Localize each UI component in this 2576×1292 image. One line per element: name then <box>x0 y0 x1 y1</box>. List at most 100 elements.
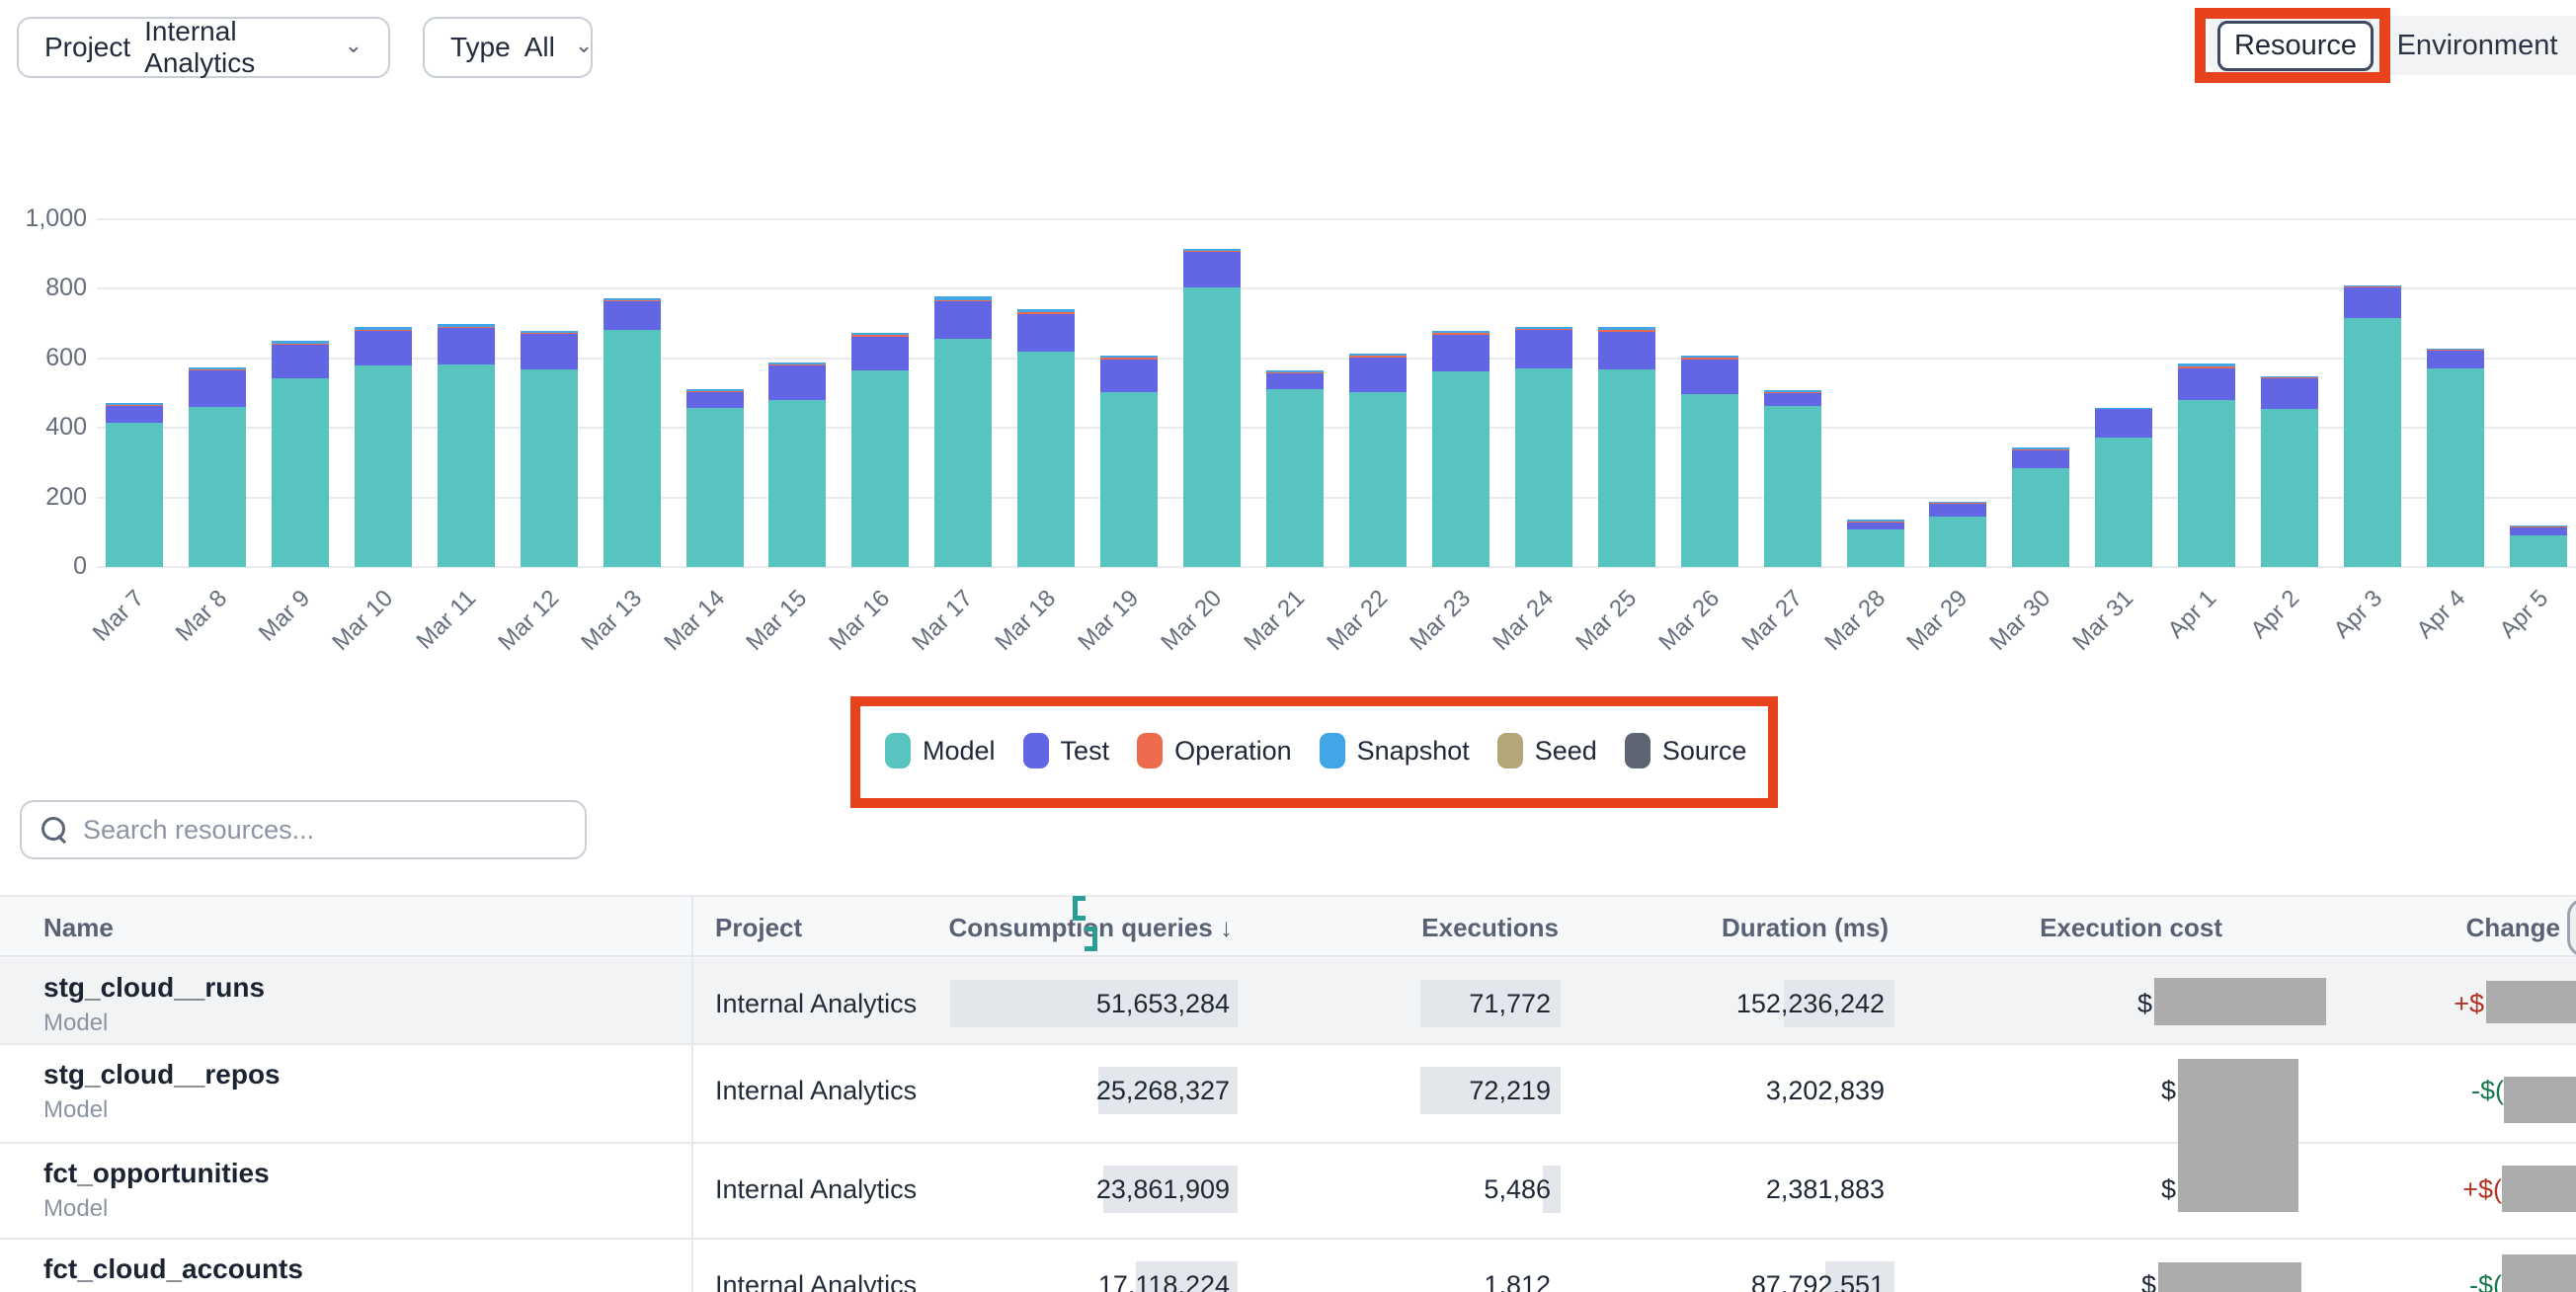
bar-segment-model[interactable] <box>1681 394 1738 567</box>
bar-segment-model[interactable] <box>1100 392 1158 567</box>
bar-segment-snapshot[interactable] <box>272 341 329 344</box>
bar-segment-model[interactable] <box>438 364 495 567</box>
bar-segment-operation[interactable] <box>851 335 909 336</box>
bar-segment-model[interactable] <box>521 369 578 567</box>
bar-segment-test[interactable] <box>355 331 412 365</box>
bar-segment-model[interactable] <box>1349 392 1407 567</box>
column-header-executions[interactable]: Executions <box>1421 913 1559 943</box>
bar-segment-test[interactable] <box>438 328 495 364</box>
bar-segment-operation[interactable] <box>1432 333 1489 334</box>
bar-segment-snapshot[interactable] <box>2178 363 2235 366</box>
bar-segment-snapshot[interactable] <box>1017 309 1075 312</box>
bar-segment-snapshot[interactable] <box>355 327 412 330</box>
bar-segment-operation[interactable] <box>189 369 246 370</box>
bar-segment-test[interactable] <box>1017 314 1075 352</box>
bar-segment-test[interactable] <box>1929 503 1986 517</box>
bar-segment-snapshot[interactable] <box>2095 408 2152 409</box>
bar-segment-snapshot[interactable] <box>1349 354 1407 356</box>
bar-segment-model[interactable] <box>2510 535 2567 567</box>
bar-segment-snapshot[interactable] <box>851 333 909 335</box>
column-header-duration-ms-[interactable]: Duration (ms) <box>1722 913 1889 943</box>
bar-segment-snapshot[interactable] <box>2427 349 2484 350</box>
search-input[interactable] <box>83 815 565 846</box>
bar-segment-model[interactable] <box>189 407 246 567</box>
bar-segment-model[interactable] <box>1847 529 1904 567</box>
bar-segment-model[interactable] <box>2178 400 2235 567</box>
view-toggle-environment[interactable]: Environment <box>2390 21 2564 71</box>
bar-segment-model[interactable] <box>106 423 163 567</box>
bar-segment-operation[interactable] <box>1764 392 1821 393</box>
bar-segment-model[interactable] <box>1017 352 1075 567</box>
bar-segment-model[interactable] <box>2261 409 2318 567</box>
bar-segment-snapshot[interactable] <box>1432 331 1489 333</box>
bar-segment-snapshot[interactable] <box>1681 356 1738 358</box>
bar-segment-test[interactable] <box>2261 378 2318 410</box>
bar-segment-operation[interactable] <box>1681 358 1738 360</box>
bar-segment-snapshot[interactable] <box>2261 376 2318 377</box>
bar-segment-operation[interactable] <box>272 344 329 345</box>
bar-segment-model[interactable] <box>934 339 992 567</box>
bar-segment-operation[interactable] <box>1515 329 1572 330</box>
bar-segment-test[interactable] <box>1183 252 1241 287</box>
bar-segment-operation[interactable] <box>934 300 992 301</box>
bar-segment-operation[interactable] <box>1266 372 1324 373</box>
bar-segment-snapshot[interactable] <box>1929 502 1986 503</box>
bar-segment-operation[interactable] <box>1598 330 1655 332</box>
bar-segment-snapshot[interactable] <box>1515 327 1572 329</box>
bar-segment-model[interactable] <box>1598 369 1655 567</box>
bar-segment-model[interactable] <box>2427 368 2484 567</box>
bar-segment-test[interactable] <box>934 301 992 339</box>
bar-segment-model[interactable] <box>1764 406 1821 567</box>
resource-name[interactable]: fct_opportunities <box>43 1158 270 1189</box>
legend-item-seed[interactable]: Seed <box>1497 733 1597 768</box>
legend-item-model[interactable]: Model <box>885 733 996 768</box>
bar-segment-snapshot[interactable] <box>1183 249 1241 251</box>
bar-segment-test[interactable] <box>768 365 826 400</box>
bar-segment-test[interactable] <box>521 334 578 370</box>
bar-segment-test[interactable] <box>1515 330 1572 368</box>
bar-segment-snapshot[interactable] <box>1100 356 1158 358</box>
bar-segment-snapshot[interactable] <box>2012 447 2069 449</box>
legend-item-source[interactable]: Source <box>1625 733 1747 768</box>
bar-segment-test[interactable] <box>2427 350 2484 368</box>
project-filter-dropdown[interactable]: Project Internal Analytics ⌄ <box>17 17 390 78</box>
bar-segment-test[interactable] <box>1266 373 1324 390</box>
bar-segment-model[interactable] <box>851 370 909 567</box>
bar-segment-test[interactable] <box>851 337 909 370</box>
bar-segment-test[interactable] <box>1349 358 1407 393</box>
bar-segment-operation[interactable] <box>1017 312 1075 313</box>
bar-segment-test[interactable] <box>2095 409 2152 438</box>
bar-segment-test[interactable] <box>106 406 163 424</box>
resource-name[interactable]: fct_cloud_accounts <box>43 1253 303 1285</box>
bar-segment-model[interactable] <box>1929 517 1986 567</box>
bar-segment-operation[interactable] <box>1100 358 1158 359</box>
bar-segment-snapshot[interactable] <box>521 331 578 333</box>
bar-segment-operation[interactable] <box>604 300 661 301</box>
bar-segment-snapshot[interactable] <box>768 363 826 364</box>
bar-segment-snapshot[interactable] <box>1598 327 1655 330</box>
column-header-execution-cost[interactable]: Execution cost <box>2040 913 2222 943</box>
type-filter-dropdown[interactable]: Type All ⌄ <box>423 17 593 78</box>
bar-segment-model[interactable] <box>355 365 412 567</box>
bar-segment-model[interactable] <box>604 330 661 567</box>
bar-segment-model[interactable] <box>1515 368 1572 567</box>
bar-segment-snapshot[interactable] <box>1764 390 1821 392</box>
bar-segment-test[interactable] <box>604 301 661 330</box>
bar-segment-snapshot[interactable] <box>1847 520 1904 521</box>
bar-segment-test[interactable] <box>686 392 744 409</box>
bar-segment-model[interactable] <box>1266 389 1324 567</box>
bar-segment-snapshot[interactable] <box>2510 525 2567 526</box>
bar-segment-operation[interactable] <box>2178 366 2235 367</box>
bar-segment-operation[interactable] <box>355 330 412 331</box>
bar-segment-operation[interactable] <box>768 364 826 365</box>
legend-item-test[interactable]: Test <box>1023 733 1110 768</box>
bar-segment-test[interactable] <box>189 370 246 407</box>
bar-segment-snapshot[interactable] <box>438 324 495 327</box>
view-toggle-resource[interactable]: Resource <box>2217 21 2374 71</box>
bar-segment-test[interactable] <box>1598 332 1655 369</box>
bar-segment-test[interactable] <box>1681 360 1738 394</box>
bar-segment-test[interactable] <box>272 345 329 378</box>
bar-segment-test[interactable] <box>2510 526 2567 534</box>
bar-segment-operation[interactable] <box>2427 350 2484 351</box>
bar-segment-test[interactable] <box>2178 368 2235 400</box>
